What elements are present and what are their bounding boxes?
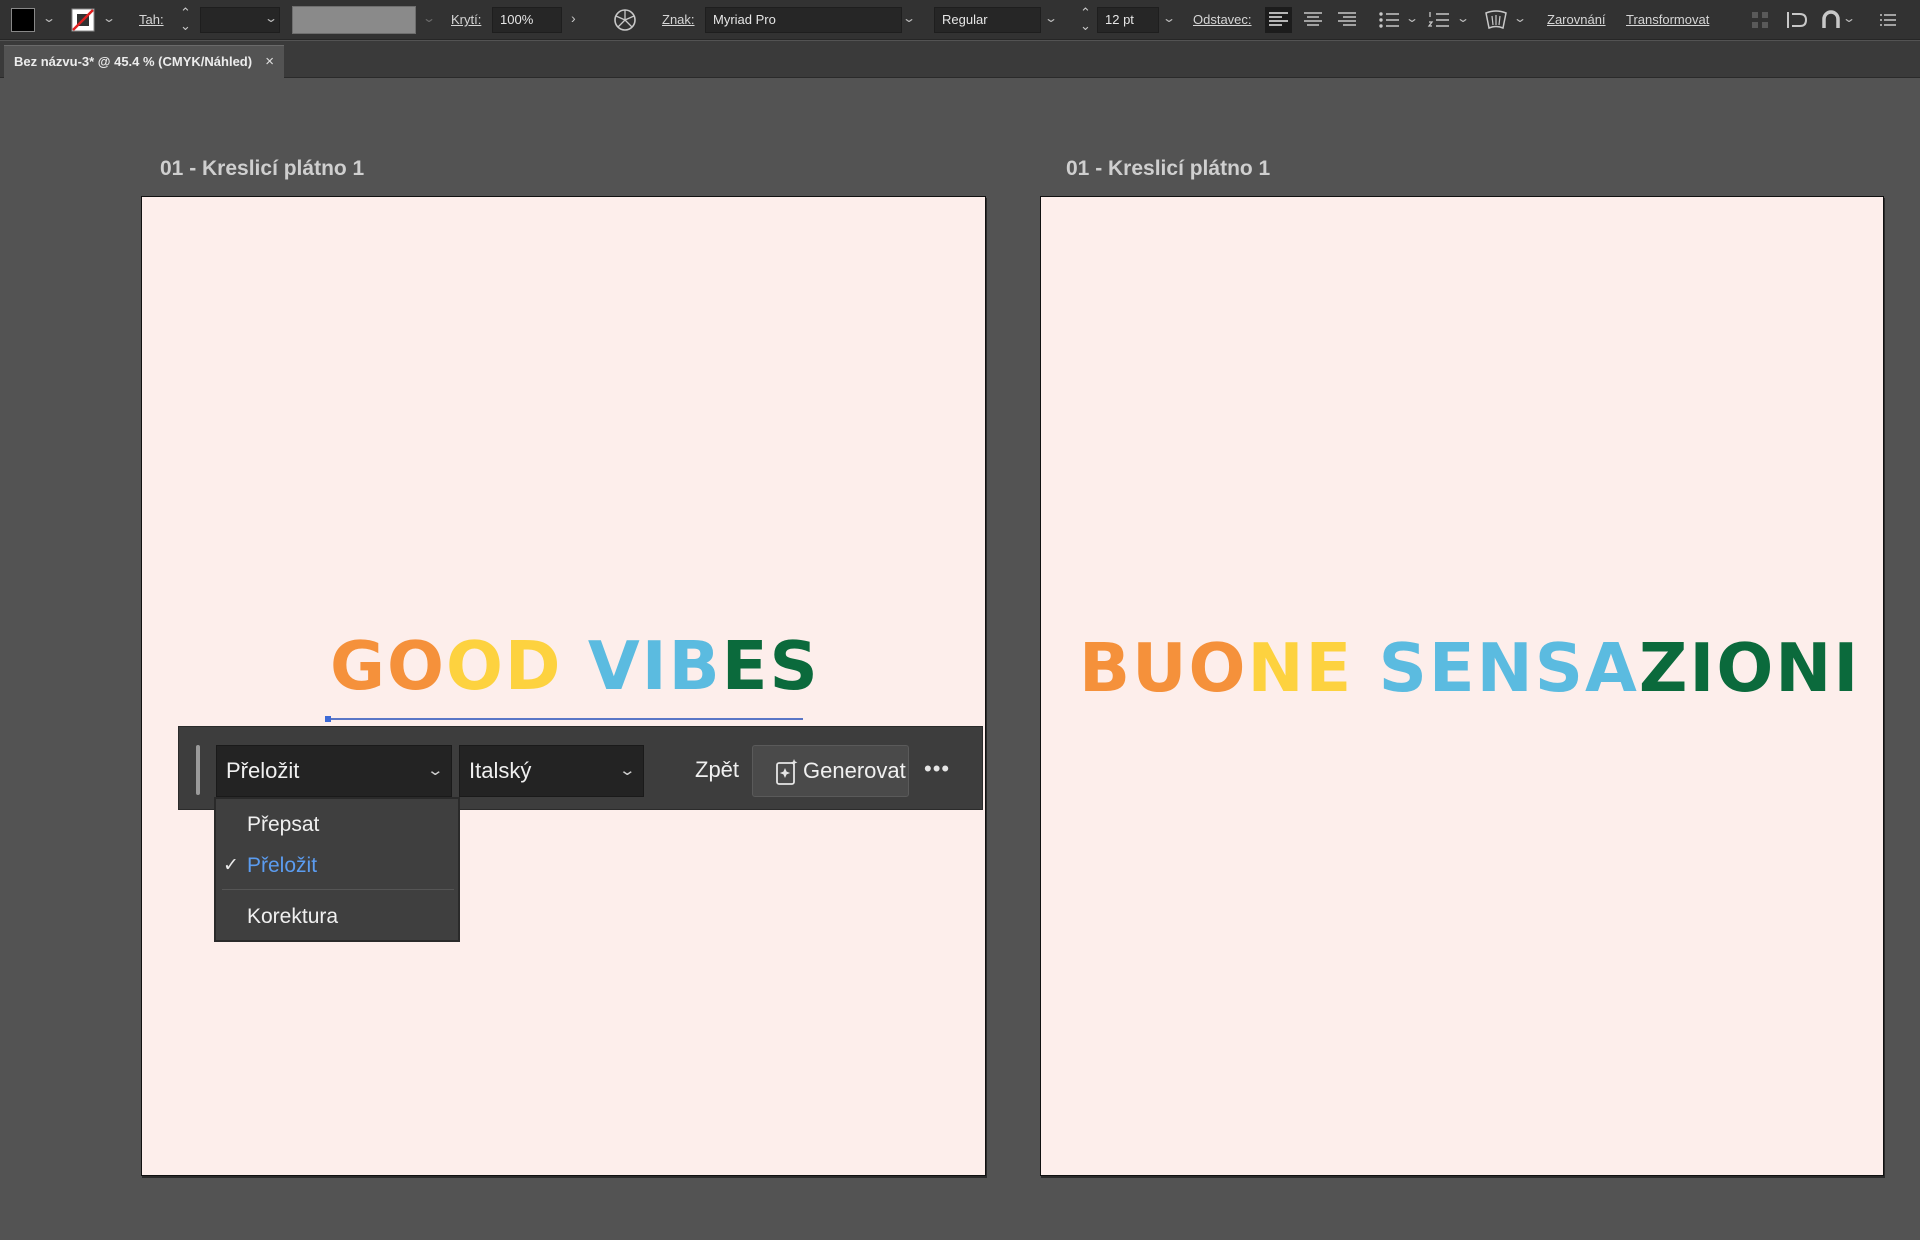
transform-panel-link[interactable]: Transformovat [1626, 12, 1709, 27]
menu-item-rewrite[interactable]: Přepsat [216, 805, 458, 845]
snap-magnet-icon[interactable] [1819, 8, 1843, 32]
isolate-icon[interactable] [1785, 8, 1809, 32]
align-panel-link[interactable]: Zarovnání [1547, 12, 1606, 27]
align-center-icon[interactable] [1300, 7, 1326, 33]
headline-run-blue: VIB [587, 627, 722, 705]
action-select-value: Přeložit [226, 758, 300, 783]
character-label[interactable]: Znak: [662, 12, 695, 27]
menu-divider [222, 889, 454, 890]
stroke-weight-chevron-down-icon[interactable]: ⌄ [264, 11, 278, 25]
grid-icon[interactable] [1751, 11, 1769, 29]
snap-chevron-down-icon[interactable]: ⌄ [1842, 11, 1856, 25]
headline-translated[interactable]: BUONE SENSAZIONI [1079, 629, 1860, 707]
menu-item-label: Korektura [247, 905, 339, 928]
document-tab-title: Bez názvu-3* @ 45.4 % (CMYK/Náhled) [14, 54, 253, 69]
document-tab[interactable]: Bez názvu-3* @ 45.4 % (CMYK/Náhled) × [4, 45, 284, 78]
language-select-value: Italský [469, 758, 532, 783]
font-style-select[interactable]: Regular [934, 7, 1041, 33]
headline-run-green: ES [721, 627, 820, 705]
back-button[interactable]: Zpět [679, 745, 755, 797]
recolor-artwork-icon[interactable] [613, 8, 637, 32]
artboard-label-2[interactable]: 01 - Kreslicí plátno 1 [1066, 157, 1270, 181]
bullet-list-chevron-down-icon[interactable]: ⌄ [1405, 11, 1419, 25]
menu-item-label: Přeložit [247, 854, 318, 877]
font-size-input[interactable]: 12 pt [1097, 7, 1159, 33]
document-tab-strip: Bez názvu-3* @ 45.4 % (CMYK/Náhled) × [0, 41, 1920, 78]
artboard-label-1[interactable]: 01 - Kreslicí plátno 1 [160, 157, 364, 181]
action-dropdown-menu: Přepsat ✓ Přeložit Korektura [214, 797, 460, 942]
text-selection-underline [327, 718, 803, 720]
font-size-chevron-down-icon[interactable]: ⌄ [1162, 11, 1176, 25]
artboard-1[interactable]: GOOD VIBES [141, 196, 986, 1176]
close-icon[interactable]: × [265, 46, 274, 78]
menu-item-label: Přepsat [247, 813, 320, 836]
text-envelope-icon[interactable] [1483, 7, 1509, 33]
artboard-2[interactable]: BUONE SENSAZIONI [1040, 196, 1884, 1176]
paragraph-label[interactable]: Odstavec: [1193, 12, 1252, 27]
font-family-select[interactable]: Myriad Pro [705, 7, 902, 33]
stroke-chevron-down-icon[interactable]: ⌄ [102, 11, 116, 25]
font-size-stepper-icon[interactable]: ⌃ ⌄ [1080, 6, 1091, 32]
headline-run-blue: SENSA [1378, 629, 1639, 707]
menu-item-translate[interactable]: ✓ Přeložit [216, 846, 458, 886]
headline-original[interactable]: GOOD VIBES [330, 627, 820, 705]
opacity-arrow-icon[interactable]: › [571, 10, 576, 26]
font-family-chevron-down-icon[interactable]: ⌄ [902, 11, 916, 25]
canvas-area: 01 - Kreslicí plátno 1 GOOD VIBES 01 - K… [0, 78, 1920, 1240]
stroke-none-swatch-icon[interactable] [71, 8, 95, 32]
generate-sparkle-icon [776, 759, 798, 785]
numbered-list-icon[interactable] [1426, 7, 1452, 33]
chevron-down-icon: ⌄ [426, 762, 445, 779]
checkmark-icon: ✓ [223, 855, 239, 876]
headline-run-yellow: OD [445, 627, 588, 705]
headline-run-yellow: NE [1247, 629, 1379, 707]
stroke-weight-stepper-icon[interactable]: ⌃ ⌄ [180, 6, 191, 32]
headline-run-green: ZIONI [1638, 629, 1861, 707]
headline-run-orange: BUO [1079, 629, 1248, 707]
text-anchor-point[interactable] [325, 716, 331, 722]
numbered-list-chevron-down-icon[interactable]: ⌄ [1456, 11, 1470, 25]
fill-chevron-down-icon[interactable]: ⌄ [42, 11, 56, 25]
brush-chevron-down-icon[interactable]: ⌄ [422, 11, 436, 25]
control-bar: ⌄ ⌄ Tah: ⌃ ⌄ ⌄ ⌄ Krytí: 100% › Znak: Myri… [0, 0, 1920, 40]
task-bar-drag-handle[interactable] [196, 745, 200, 795]
font-style-chevron-down-icon[interactable]: ⌄ [1044, 11, 1058, 25]
language-select[interactable]: Italský ⌄ [459, 745, 644, 797]
align-left-icon[interactable] [1265, 7, 1292, 33]
bullet-list-icon[interactable] [1376, 7, 1402, 33]
chevron-down-icon: ⌄ [618, 762, 637, 779]
opacity-input[interactable]: 100% [492, 7, 562, 33]
generate-button[interactable]: Generovat [752, 745, 909, 797]
opacity-label[interactable]: Krytí: [451, 12, 481, 27]
action-select[interactable]: Přeložit ⌄ [216, 745, 452, 797]
brush-definition-preview[interactable] [292, 6, 416, 34]
text-envelope-chevron-down-icon[interactable]: ⌄ [1513, 11, 1527, 25]
stroke-label[interactable]: Tah: [139, 12, 164, 27]
more-options-icon[interactable]: ••• [924, 745, 950, 797]
headline-run-orange: GO [330, 627, 446, 705]
align-right-icon[interactable] [1334, 7, 1360, 33]
menu-item-proofread[interactable]: Korektura [216, 897, 458, 937]
generate-button-label: Generovat [803, 758, 906, 783]
fill-swatch-icon[interactable] [11, 8, 35, 32]
panel-menu-icon[interactable] [1878, 10, 1898, 30]
